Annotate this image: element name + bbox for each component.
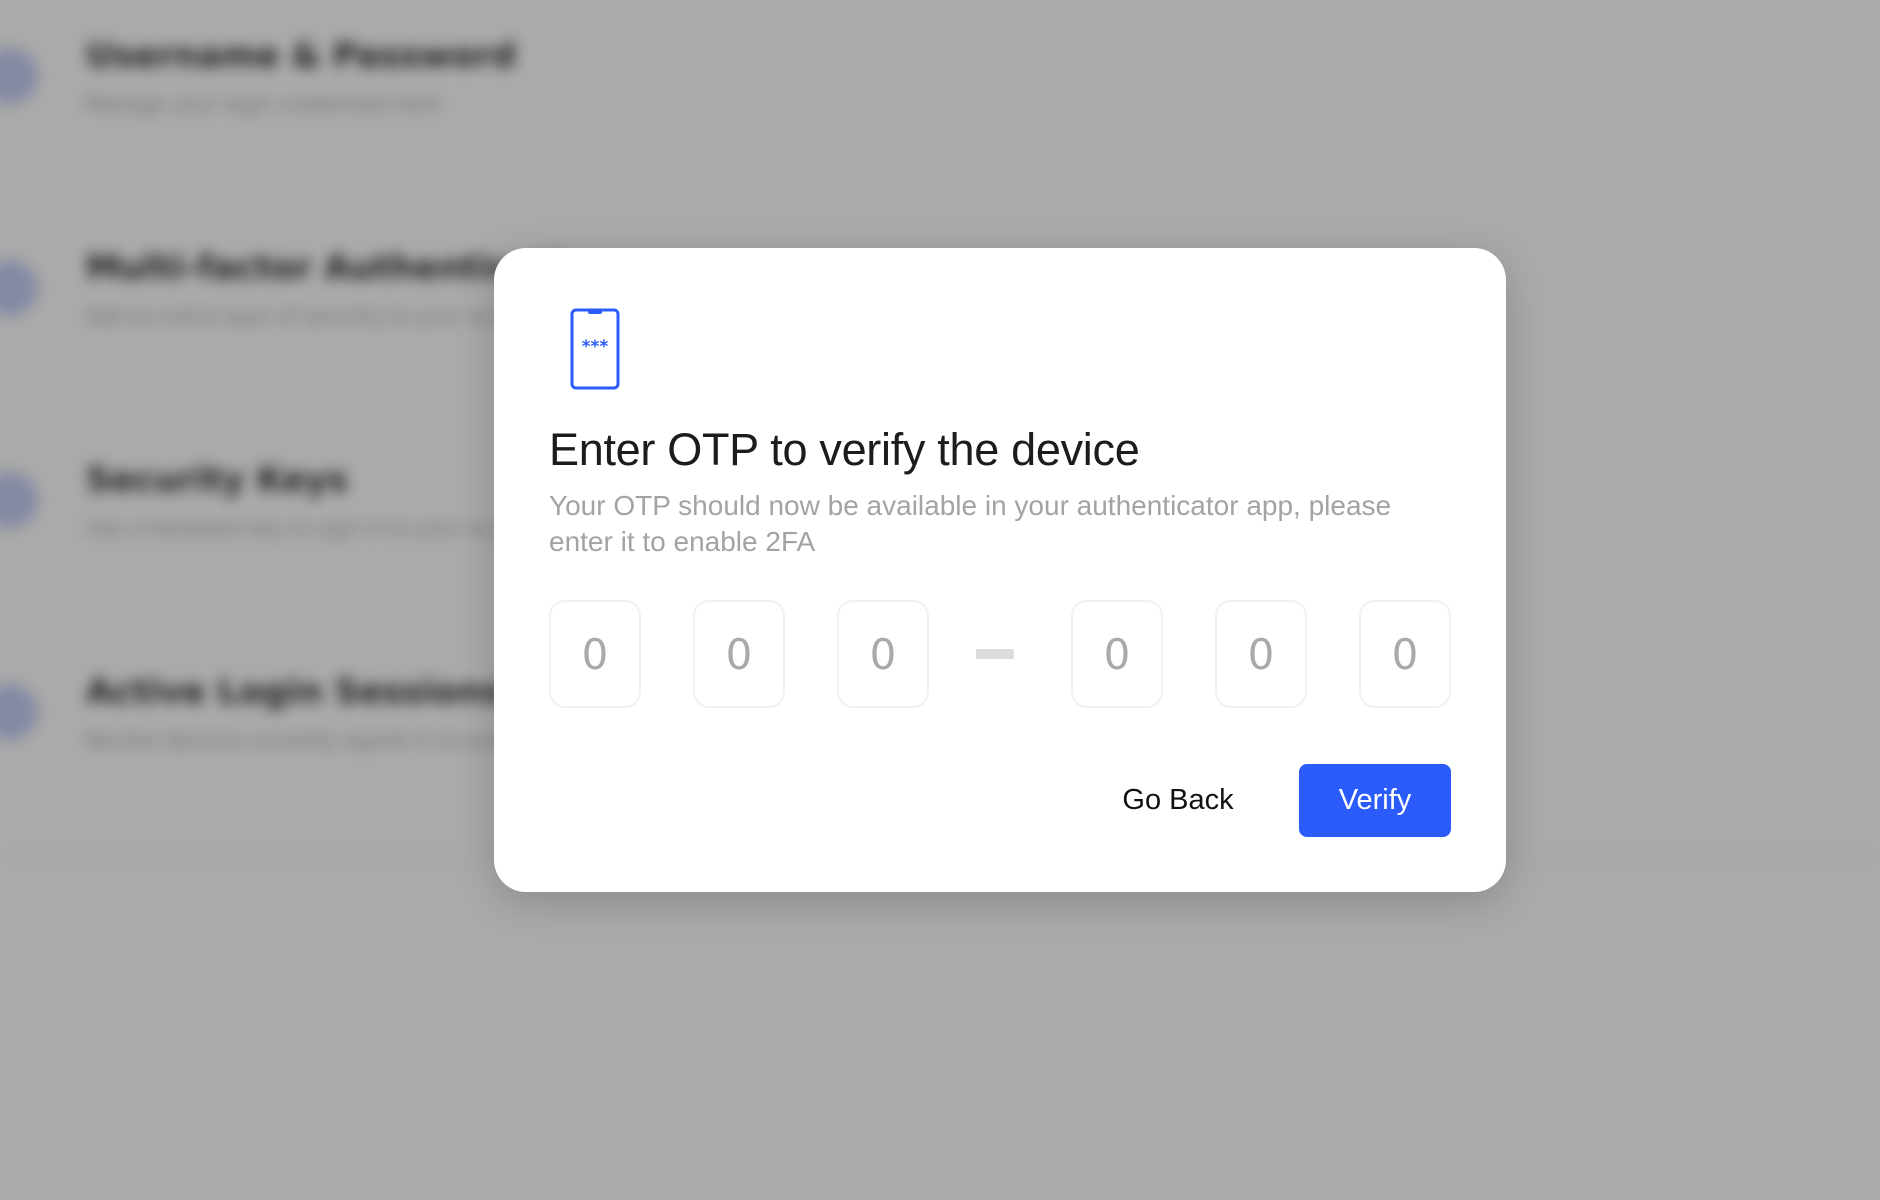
dialog-title: Enter OTP to verify the device	[549, 424, 1140, 475]
go-back-button[interactable]: Go Back	[1108, 764, 1248, 836]
otp-verification-dialog: *** Enter OTP to verify the device Your …	[494, 248, 1506, 892]
dialog-description: Your OTP should now be available in your…	[549, 490, 1392, 557]
otp-digit-1-input[interactable]	[549, 600, 641, 708]
phone-icon-text: ***	[582, 337, 609, 357]
verify-button[interactable]: Verify	[1299, 764, 1451, 837]
otp-input-group	[549, 600, 1451, 710]
otp-separator-dash	[976, 649, 1014, 659]
otp-digit-4-input[interactable]	[1071, 600, 1163, 708]
otp-digit-3-input[interactable]	[837, 600, 929, 708]
otp-digit-5-input[interactable]	[1215, 600, 1307, 708]
otp-digit-6-input[interactable]	[1359, 600, 1451, 708]
phone-otp-icon: ***	[570, 308, 620, 390]
otp-digit-2-input[interactable]	[693, 600, 785, 708]
